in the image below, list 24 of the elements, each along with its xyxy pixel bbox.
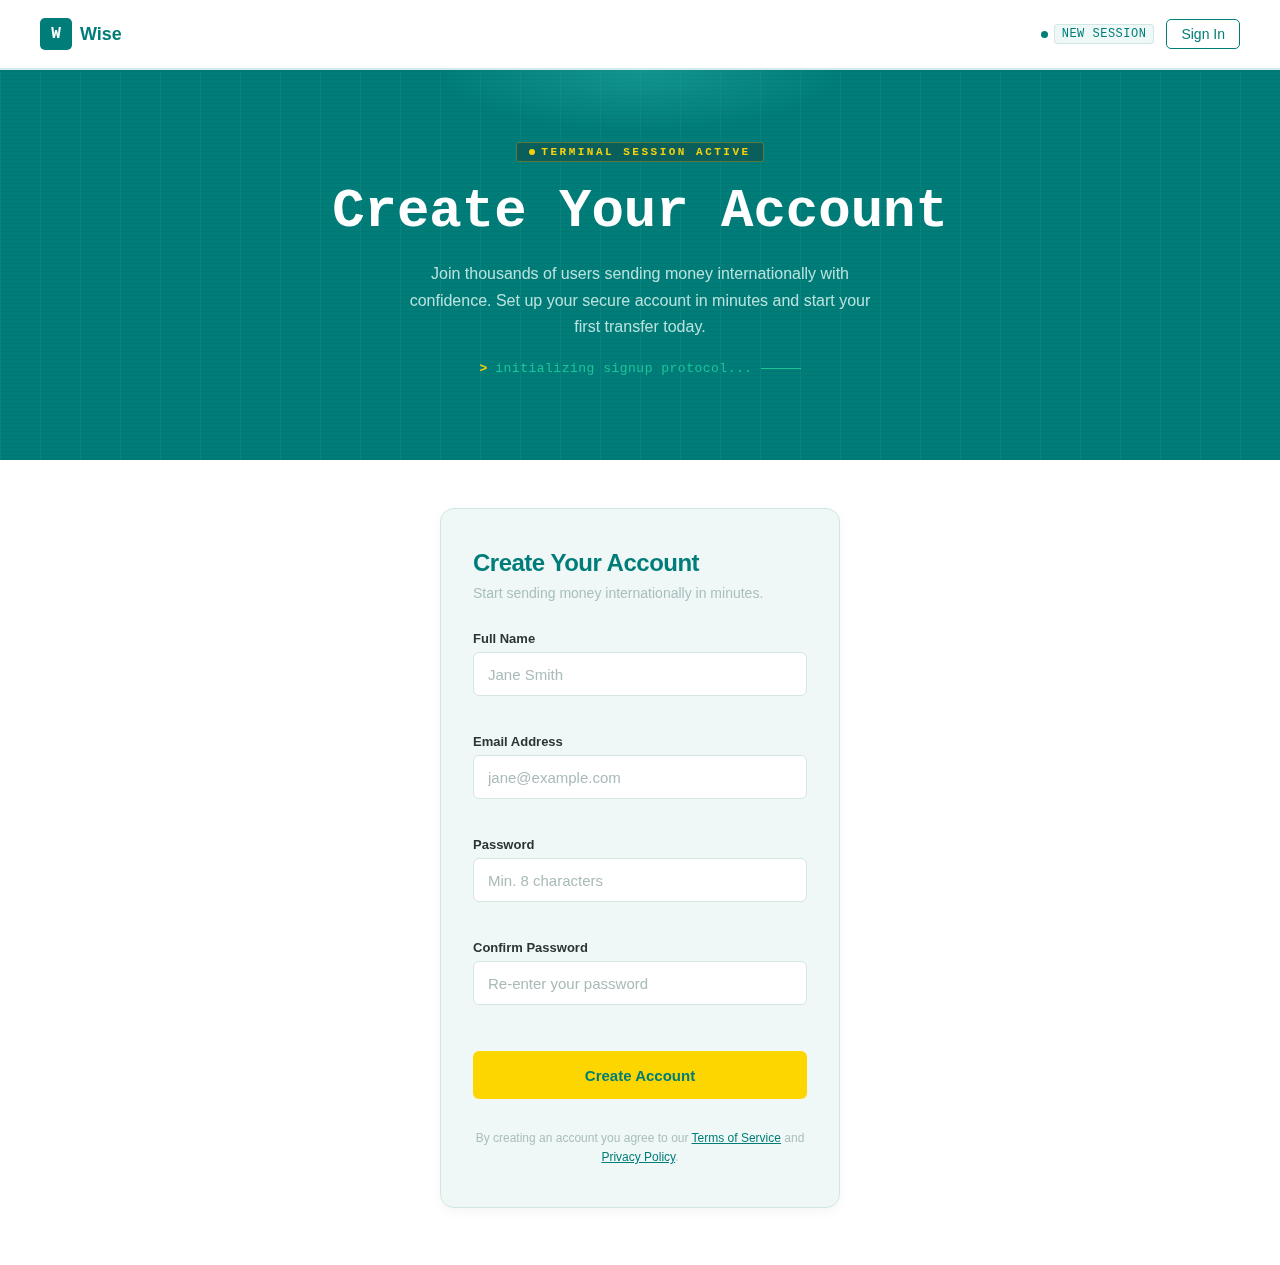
field-label: Full Name bbox=[473, 631, 537, 646]
prompt-symbol: > bbox=[479, 360, 488, 376]
hero-title: Create Your Account bbox=[332, 182, 948, 242]
logo-icon: W bbox=[40, 18, 72, 50]
terminal-badge: TERMINAL SESSION ACTIVE bbox=[516, 142, 764, 162]
sign-in-button[interactable]: Sign In bbox=[1166, 19, 1240, 49]
session-badge: NEW SESSION bbox=[1053, 24, 1155, 44]
form-subtitle: Start sending money internationally in minutes. bbox=[473, 585, 765, 601]
create-account-button[interactable]: Create Account bbox=[473, 1051, 807, 1099]
input-field[interactable]: Jane Smith bbox=[473, 652, 807, 696]
hero-subtitle: Join thousands of users sending money internationally with confidence. Set up your secure account in minutes and start your first transfer today. bbox=[408, 264, 872, 338]
field-label: Password bbox=[473, 837, 536, 852]
form-title: Create Your Account bbox=[473, 549, 701, 577]
terms-text: By creating an account you agree to our Terms of Service and Privacy Policy. bbox=[474, 1130, 806, 1167]
status-dot-icon bbox=[1040, 30, 1048, 38]
input-field[interactable]: Re-enter your password bbox=[473, 961, 807, 1005]
field-label: Email Address bbox=[473, 734, 564, 749]
cursor-line-icon bbox=[760, 367, 801, 369]
terms-link[interactable]: Terms of Service bbox=[691, 1131, 781, 1145]
input-field[interactable]: jane@example.com bbox=[473, 755, 807, 799]
brand-name: Wise bbox=[80, 23, 122, 45]
field-label: Confirm Password bbox=[473, 940, 589, 955]
terminal-command: initializing signup protocol... bbox=[495, 360, 753, 376]
input-field[interactable]: Min. 8 characters bbox=[473, 858, 807, 902]
